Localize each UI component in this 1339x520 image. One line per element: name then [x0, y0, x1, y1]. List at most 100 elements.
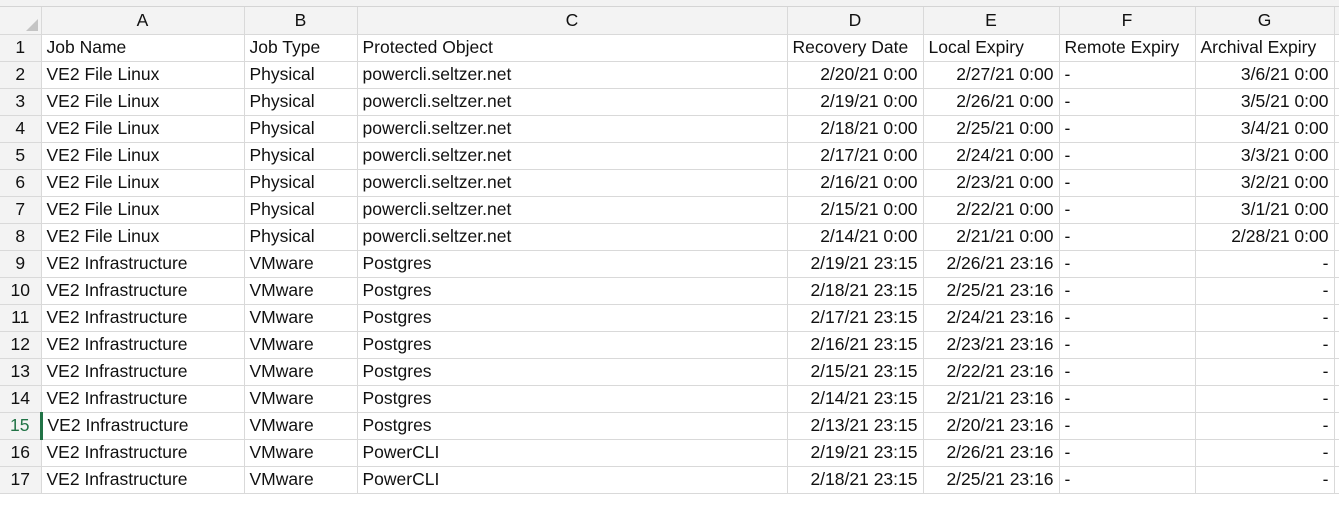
cell-b17[interactable]: VMware — [244, 466, 358, 494]
cell-a12[interactable]: VE2 Infrastructure — [41, 331, 245, 359]
column-header-f[interactable]: F — [1059, 7, 1196, 35]
cell-a17[interactable]: VE2 Infrastructure — [41, 466, 245, 494]
cell-c8[interactable]: powercli.seltzer.net — [357, 223, 788, 251]
cell-d7[interactable]: 2/15/21 0:00 — [787, 196, 924, 224]
cell-a1[interactable]: Job Name — [41, 34, 245, 62]
cell-d8[interactable]: 2/14/21 0:00 — [787, 223, 924, 251]
row-header[interactable]: 3 — [0, 88, 42, 116]
cell-f10[interactable]: - — [1059, 277, 1196, 305]
cell-a13[interactable]: VE2 Infrastructure — [41, 358, 245, 386]
cell-d15[interactable]: 2/13/21 23:15 — [787, 412, 924, 440]
cell-a3[interactable]: VE2 File Linux — [41, 88, 245, 116]
cell-h13[interactable] — [1334, 358, 1339, 386]
cell-h8[interactable] — [1334, 223, 1339, 251]
cell-g2[interactable]: 3/6/21 0:00 — [1195, 61, 1335, 89]
cell-c14[interactable]: Postgres — [357, 385, 788, 413]
cell-f7[interactable]: - — [1059, 196, 1196, 224]
row-header[interactable]: 15 — [0, 412, 43, 440]
cell-g1[interactable]: Archival Expiry — [1195, 34, 1335, 62]
cell-a16[interactable]: VE2 Infrastructure — [41, 439, 245, 467]
cell-g16[interactable]: - — [1195, 439, 1335, 467]
cell-f4[interactable]: - — [1059, 115, 1196, 143]
cell-g6[interactable]: 3/2/21 0:00 — [1195, 169, 1335, 197]
column-header-d[interactable]: D — [787, 7, 924, 35]
spreadsheet-grid[interactable]: A B C D E F G 1 Job Name Job Type Protected… — [0, 7, 1339, 494]
cell-e11[interactable]: 2/24/21 23:16 — [923, 304, 1060, 332]
row-header[interactable]: 2 — [0, 61, 42, 89]
cell-b10[interactable]: VMware — [244, 277, 358, 305]
cell-f1[interactable]: Remote Expiry — [1059, 34, 1196, 62]
cell-h11[interactable] — [1334, 304, 1339, 332]
cell-g7[interactable]: 3/1/21 0:00 — [1195, 196, 1335, 224]
cell-e10[interactable]: 2/25/21 23:16 — [923, 277, 1060, 305]
column-header-a[interactable]: A — [41, 7, 245, 35]
row-header[interactable]: 13 — [0, 358, 42, 386]
cell-g8[interactable]: 2/28/21 0:00 — [1195, 223, 1335, 251]
cell-a9[interactable]: VE2 Infrastructure — [41, 250, 245, 278]
row-header[interactable]: 6 — [0, 169, 42, 197]
cell-f6[interactable]: - — [1059, 169, 1196, 197]
cell-h15[interactable] — [1334, 412, 1339, 440]
row-header[interactable]: 7 — [0, 196, 42, 224]
cell-c10[interactable]: Postgres — [357, 277, 788, 305]
cell-b12[interactable]: VMware — [244, 331, 358, 359]
cell-d10[interactable]: 2/18/21 23:15 — [787, 277, 924, 305]
cell-c12[interactable]: Postgres — [357, 331, 788, 359]
cell-b13[interactable]: VMware — [244, 358, 358, 386]
cell-d11[interactable]: 2/17/21 23:15 — [787, 304, 924, 332]
cell-e8[interactable]: 2/21/21 0:00 — [923, 223, 1060, 251]
cell-d12[interactable]: 2/16/21 23:15 — [787, 331, 924, 359]
cell-h6[interactable] — [1334, 169, 1339, 197]
cell-d2[interactable]: 2/20/21 0:00 — [787, 61, 924, 89]
row-header[interactable]: 14 — [0, 385, 42, 413]
cell-e15[interactable]: 2/20/21 23:16 — [923, 412, 1060, 440]
cell-b8[interactable]: Physical — [244, 223, 358, 251]
cell-f8[interactable]: - — [1059, 223, 1196, 251]
cell-e4[interactable]: 2/25/21 0:00 — [923, 115, 1060, 143]
cell-h2[interactable] — [1334, 61, 1339, 89]
cell-g3[interactable]: 3/5/21 0:00 — [1195, 88, 1335, 116]
cell-e6[interactable]: 2/23/21 0:00 — [923, 169, 1060, 197]
cell-c7[interactable]: powercli.seltzer.net — [357, 196, 788, 224]
cell-h9[interactable] — [1334, 250, 1339, 278]
column-header-g[interactable]: G — [1195, 7, 1335, 35]
cell-a10[interactable]: VE2 Infrastructure — [41, 277, 245, 305]
cell-a7[interactable]: VE2 File Linux — [41, 196, 245, 224]
cell-h4[interactable] — [1334, 115, 1339, 143]
row-header[interactable]: 12 — [0, 331, 42, 359]
cell-d5[interactable]: 2/17/21 0:00 — [787, 142, 924, 170]
cell-h10[interactable] — [1334, 277, 1339, 305]
cell-f15[interactable]: - — [1059, 412, 1196, 440]
cell-d4[interactable]: 2/18/21 0:00 — [787, 115, 924, 143]
select-all-corner[interactable] — [0, 7, 42, 35]
cell-f17[interactable]: - — [1059, 466, 1196, 494]
cell-h3[interactable] — [1334, 88, 1339, 116]
cell-d6[interactable]: 2/16/21 0:00 — [787, 169, 924, 197]
row-header[interactable]: 9 — [0, 250, 42, 278]
cell-c2[interactable]: powercli.seltzer.net — [357, 61, 788, 89]
cell-g13[interactable]: - — [1195, 358, 1335, 386]
cell-b9[interactable]: VMware — [244, 250, 358, 278]
cell-g9[interactable]: - — [1195, 250, 1335, 278]
cell-d1[interactable]: Recovery Date — [787, 34, 924, 62]
cell-h14[interactable] — [1334, 385, 1339, 413]
cell-g14[interactable]: - — [1195, 385, 1335, 413]
row-header[interactable]: 5 — [0, 142, 42, 170]
cell-c1[interactable]: Protected Object — [357, 34, 788, 62]
cell-f14[interactable]: - — [1059, 385, 1196, 413]
row-header[interactable]: 4 — [0, 115, 42, 143]
row-header[interactable]: 17 — [0, 466, 42, 494]
cell-d16[interactable]: 2/19/21 23:15 — [787, 439, 924, 467]
cell-a8[interactable]: VE2 File Linux — [41, 223, 245, 251]
cell-b14[interactable]: VMware — [244, 385, 358, 413]
cell-e12[interactable]: 2/23/21 23:16 — [923, 331, 1060, 359]
cell-h7[interactable] — [1334, 196, 1339, 224]
cell-f9[interactable]: - — [1059, 250, 1196, 278]
cell-g15[interactable]: - — [1195, 412, 1335, 440]
cell-c6[interactable]: powercli.seltzer.net — [357, 169, 788, 197]
cell-d17[interactable]: 2/18/21 23:15 — [787, 466, 924, 494]
cell-b2[interactable]: Physical — [244, 61, 358, 89]
cell-c5[interactable]: powercli.seltzer.net — [357, 142, 788, 170]
row-header[interactable]: 16 — [0, 439, 42, 467]
cell-c9[interactable]: Postgres — [357, 250, 788, 278]
